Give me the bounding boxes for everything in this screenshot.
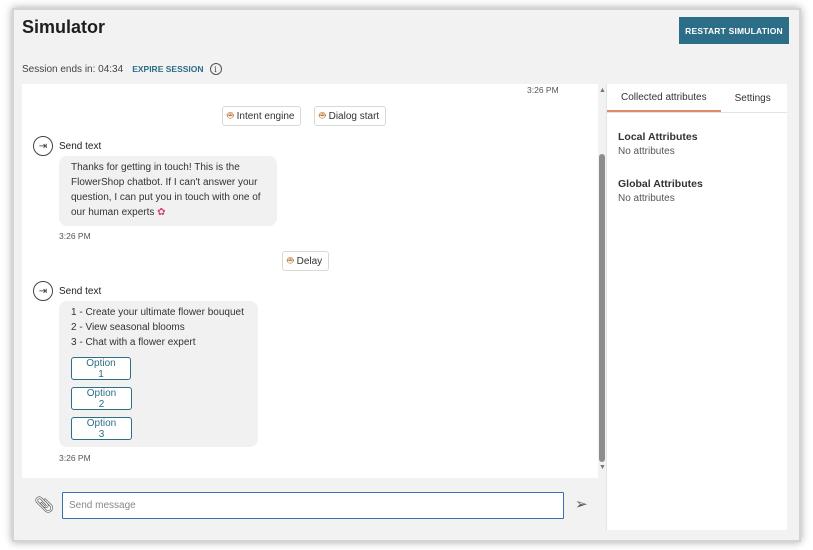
sender-row: ⇥ Send text — [33, 136, 101, 156]
chat-scrollbar[interactable]: ▲ ▼ — [598, 84, 606, 478]
local-attributes-value: No attributes — [618, 146, 675, 157]
chip-dialog-start: 🤖︎ Dialog start — [314, 106, 387, 126]
chip-label: Delay — [296, 255, 323, 267]
attributes-panel: Collected attributes Settings Local Attr… — [606, 84, 787, 530]
expire-session-link[interactable]: EXPIRE SESSION — [132, 64, 203, 74]
sender-label: Send text — [59, 140, 102, 152]
scroll-up-icon[interactable]: ▲ — [599, 87, 606, 94]
message-line: 1 - Create your ultimate flower bouquet — [71, 307, 244, 318]
message-line: FlowerShop chatbot. If I can't answer yo… — [71, 177, 258, 188]
scroll-thumb[interactable] — [599, 154, 605, 462]
bot-icon: 🤖︎ — [227, 109, 234, 122]
paperclip-icon[interactable]: 📎︎ — [34, 495, 54, 515]
scroll-down-icon[interactable]: ▼ — [599, 464, 606, 471]
global-attributes-title: Global Attributes — [618, 178, 703, 190]
chip-intent-engine: 🤖︎ Intent engine — [222, 106, 302, 126]
session-timer: Session ends in: 04:34 — [22, 63, 124, 75]
tab-settings[interactable]: Settings — [721, 84, 785, 112]
send-text-icon: ⇥ — [33, 136, 53, 156]
session-row: Session ends in: 04:34 EXPIRE SESSION i — [22, 63, 222, 75]
message-time: 3:26 PM — [59, 231, 91, 241]
message-bubble: 1 - Create your ultimate flower bouquet … — [59, 301, 258, 447]
message-line: Thanks for getting in touch! This is the — [71, 162, 240, 173]
message-time: 3:26 PM — [59, 453, 91, 463]
send-message-input[interactable] — [62, 492, 564, 519]
message-bubble: Thanks for getting in touch! This is the… — [59, 156, 277, 226]
panel-tabs: Collected attributes Settings — [607, 84, 787, 113]
message-line: our human experts ✿ — [71, 207, 166, 218]
chip-delay: 🤖︎ Delay — [282, 251, 330, 271]
send-icon[interactable]: ➢ — [575, 495, 588, 513]
restart-simulation-button[interactable]: RESTART SIMULATION — [679, 17, 789, 44]
bot-icon: 🤖︎ — [287, 254, 294, 267]
option-2-button[interactable]: Option 2 — [71, 387, 132, 410]
info-icon[interactable]: i — [209, 63, 222, 75]
bot-icon: 🤖︎ — [319, 109, 326, 122]
chip-label: Dialog start — [328, 110, 380, 122]
message-time: 3:26 PM — [527, 85, 559, 95]
local-attributes-title: Local Attributes — [618, 131, 698, 143]
chat-area[interactable]: 3:26 PM 🤖︎ Intent engine 🤖︎ Dialog start… — [22, 84, 606, 478]
tab-collected-attributes[interactable]: Collected attributes — [607, 84, 721, 112]
message-line: 2 - View seasonal blooms — [71, 322, 185, 333]
sender-label: Send text — [59, 285, 102, 297]
message-line: 3 - Chat with a flower expert — [71, 337, 196, 348]
sender-row: ⇥ Send text — [33, 281, 101, 301]
message-line: question, I can put you in touch with on… — [71, 192, 261, 203]
option-1-button[interactable]: Option 1 — [71, 357, 131, 380]
page-title: Simulator — [22, 17, 106, 37]
chip-label: Intent engine — [236, 110, 295, 122]
flower-icon: ✿ — [157, 207, 166, 218]
simulator-window: Simulator RESTART SIMULATION Session end… — [12, 8, 801, 542]
send-text-icon: ⇥ — [33, 281, 53, 301]
global-attributes-value: No attributes — [618, 193, 675, 204]
option-3-button[interactable]: Option 3 — [71, 417, 132, 440]
message-composer: 📎︎ ➢ — [22, 482, 606, 530]
